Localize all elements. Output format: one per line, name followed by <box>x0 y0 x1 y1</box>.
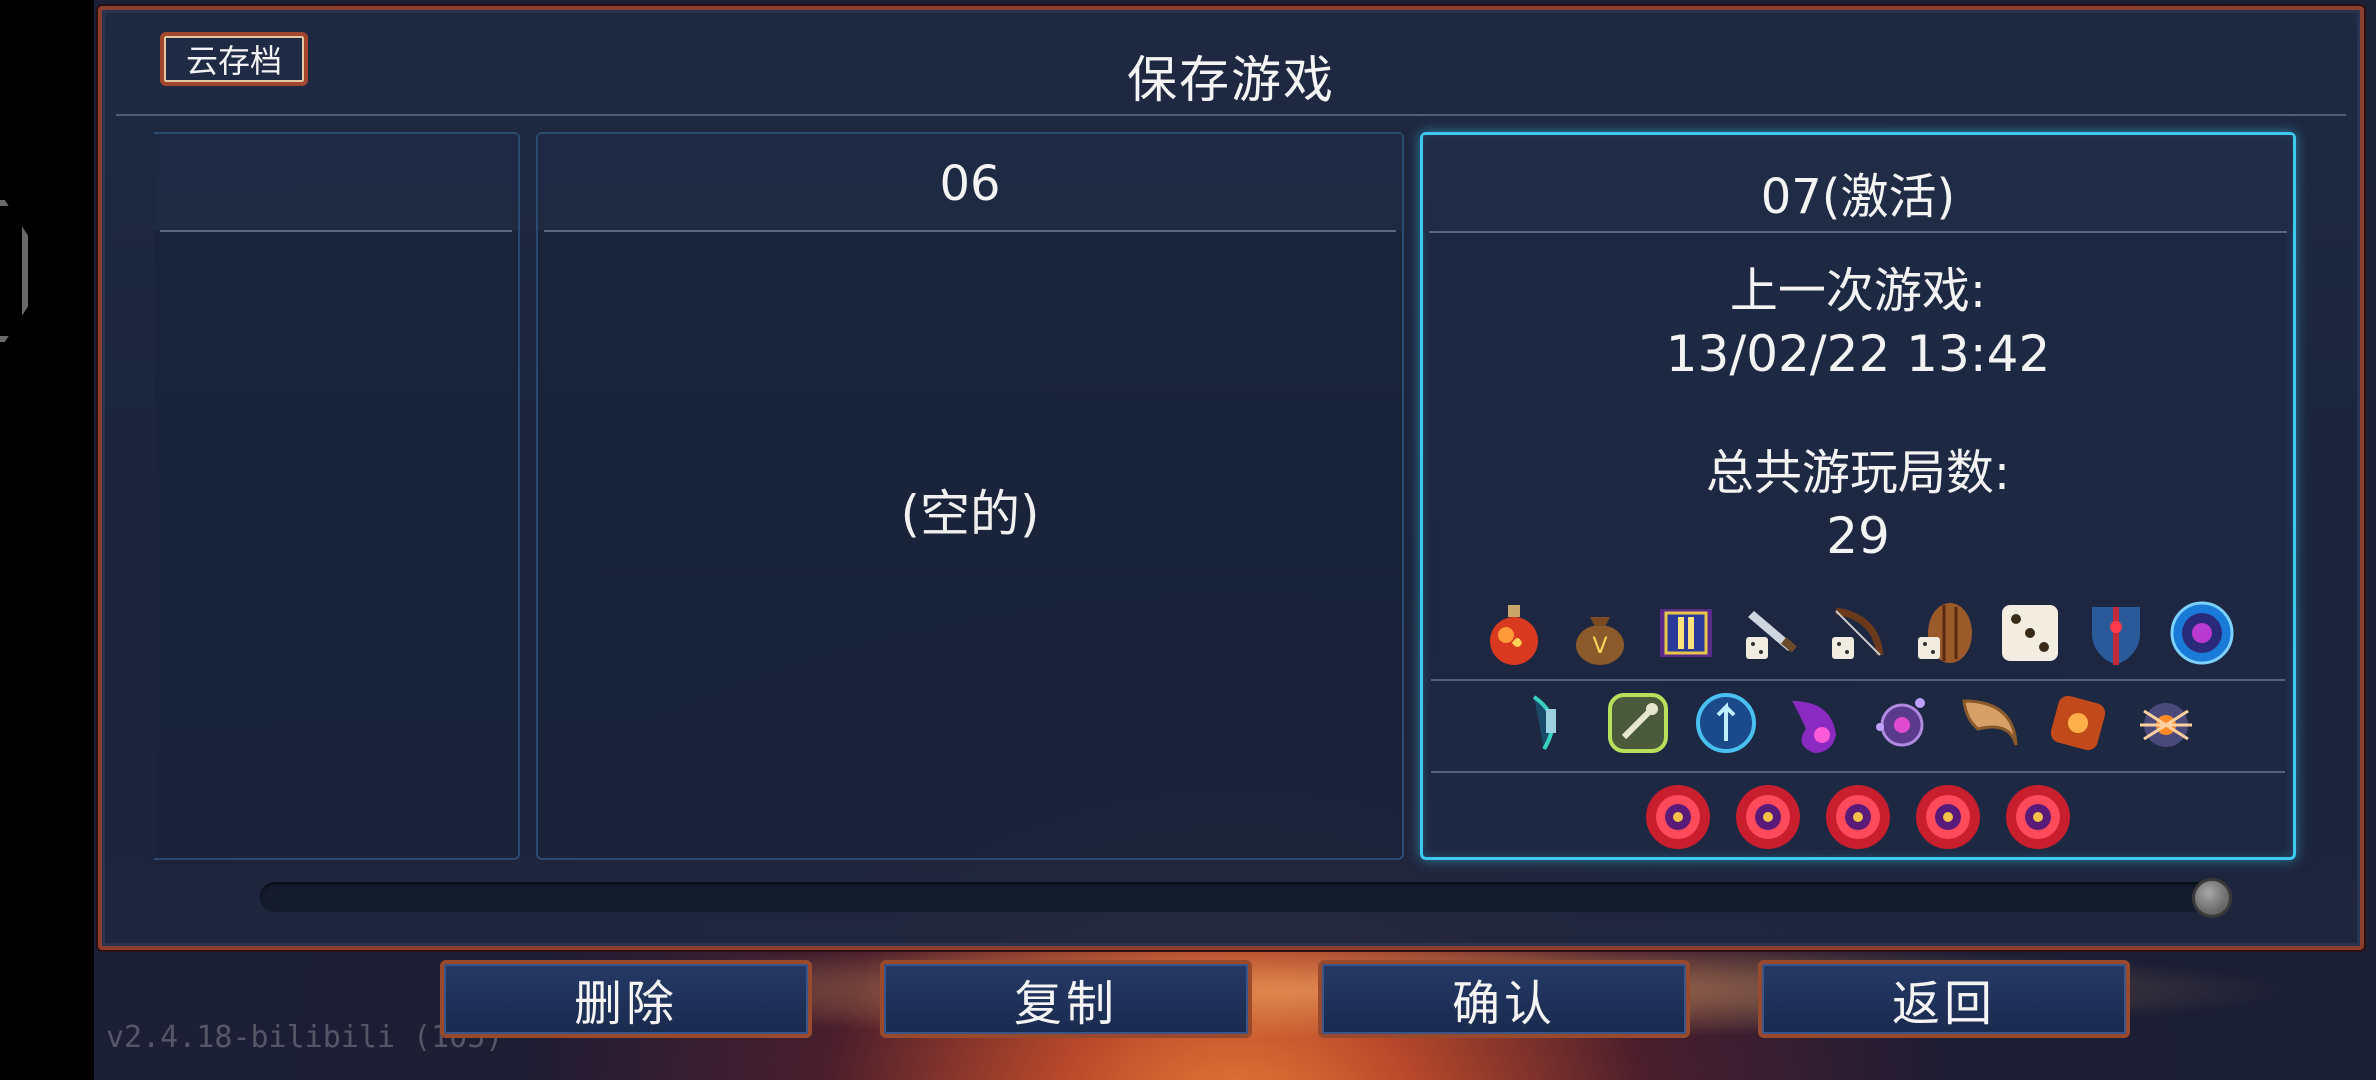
slot-divider <box>544 230 1396 232</box>
purple-eye-icon <box>1876 698 1925 747</box>
save-slot-06[interactable]: 06 (空的) <box>536 132 1404 860</box>
save-slot-partial[interactable] <box>154 132 520 860</box>
total-runs-value: 29 <box>1826 507 1890 565</box>
panel-title: 保存游戏 <box>1127 51 1335 109</box>
purple-flame-icon <box>1792 701 1836 753</box>
horn-icon <box>1962 699 2018 746</box>
dagger-dice-icon <box>1746 611 1797 659</box>
icon-row-divider <box>1431 679 2285 681</box>
boss-cell-icon <box>1736 785 1800 849</box>
svg-text:V: V <box>1592 634 1607 659</box>
slot-divider <box>160 230 512 232</box>
shield-dice-icon <box>1918 603 1972 663</box>
confirm-button[interactable]: 确认 <box>1318 960 1690 1038</box>
boss-cell-icon <box>1916 785 1980 849</box>
arrow-rune-icon <box>1696 693 1756 753</box>
delete-button[interactable]: 删除 <box>440 960 812 1038</box>
bow-dice-icon <box>1832 607 1884 659</box>
side-hex-icon[interactable] <box>0 200 28 342</box>
copy-button[interactable]: 复制 <box>880 960 1252 1038</box>
save-game-panel: 云存档 保存游戏 06 (空的) 07(激活) 上一次游戏: 13/02/22 … <box>98 6 2364 950</box>
spider-icon <box>2140 703 2192 747</box>
boss-cell-icon <box>2006 785 2070 849</box>
scrollbar-thumb[interactable] <box>2192 878 2232 918</box>
slot-header <box>154 134 518 230</box>
unlock-icons-row-2 <box>1423 687 2293 759</box>
gold-bag-icon: V <box>1576 617 1624 665</box>
slot-divider <box>1429 231 2287 233</box>
blue-orb-icon <box>2170 601 2234 665</box>
red-potion-icon <box>1490 605 1538 665</box>
wrist-rune-icon <box>1532 695 1556 751</box>
slots-scrollbar[interactable] <box>260 882 2216 912</box>
boss-cell-icon <box>1826 785 1890 849</box>
blue-shield-icon <box>2092 607 2140 665</box>
save-slot-07-active[interactable]: 07(激活) 上一次游戏: 13/02/22 13:42 总共游玩局数: 29 … <box>1420 132 2296 860</box>
header-divider <box>116 114 2346 116</box>
back-button[interactable]: 返回 <box>1758 960 2130 1038</box>
orange-amulet-icon <box>2050 695 2106 751</box>
empty-slot-label: (空的) <box>900 485 1040 543</box>
boss-cells-row <box>1423 781 2293 853</box>
slot-title: 07(激活) <box>1760 169 1956 225</box>
last-played-value: 13/02/22 13:42 <box>1665 325 2051 383</box>
unlock-icons-row-1: V <box>1423 597 2293 669</box>
dice-icon <box>2002 605 2058 661</box>
slot-title: 06 <box>939 156 1001 212</box>
icon-row-divider <box>1431 771 2285 773</box>
total-runs-label: 总共游玩局数: <box>1705 445 2011 501</box>
last-played-label: 上一次游戏: <box>1729 263 1987 319</box>
scroll-icon <box>1660 609 1712 657</box>
boss-cell-icon <box>1646 785 1710 849</box>
wrench-rune-icon <box>1608 693 1668 753</box>
